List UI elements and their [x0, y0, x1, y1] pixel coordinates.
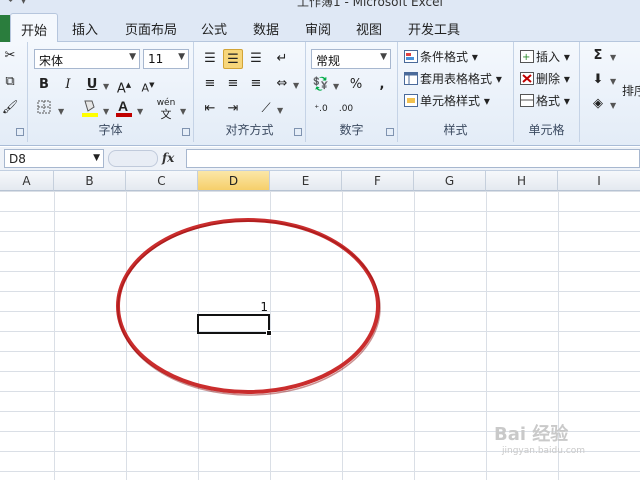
watermark: Bai 经验 jingyan.baidu.com: [494, 420, 585, 456]
watermark-brand: Bai 经验: [494, 424, 569, 445]
annotation-ellipse: [116, 218, 381, 396]
watermark-url: jingyan.baidu.com: [502, 446, 586, 456]
